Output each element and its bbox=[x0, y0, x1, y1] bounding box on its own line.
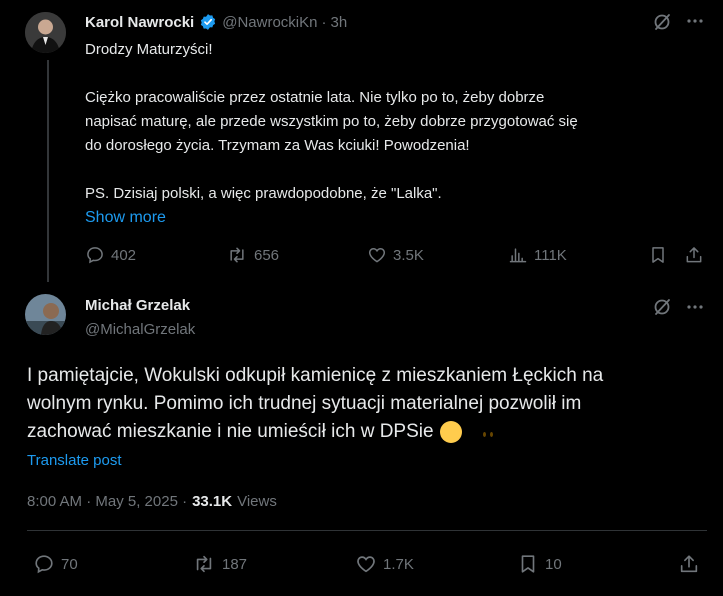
reply-icon bbox=[85, 245, 105, 265]
post-line: Ciężko pracowaliście przez ostatnie lata… bbox=[85, 89, 545, 106]
author-handle[interactable]: @NawrockiKn bbox=[222, 14, 317, 31]
bookmark-count: 10 bbox=[545, 555, 562, 573]
share-icon[interactable] bbox=[678, 553, 700, 575]
reply-button[interactable]: 402 bbox=[85, 245, 136, 265]
heart-icon bbox=[355, 553, 377, 575]
like-button[interactable]: 3.5K bbox=[367, 245, 424, 265]
divider bbox=[27, 530, 707, 531]
views-count: 33.1K bbox=[192, 493, 233, 510]
reply-author-handle[interactable]: @MichalGrzelak bbox=[85, 321, 195, 338]
post-line: zachować mieszkanie i nie umieścił ich w… bbox=[27, 418, 603, 446]
like-count: 3.5K bbox=[393, 246, 424, 264]
views-count: 111K bbox=[534, 246, 567, 264]
thread-line bbox=[47, 60, 49, 282]
reply-icon bbox=[33, 553, 55, 575]
post-line: wolnym rynku. Pomimo ich trudnej sytuacj… bbox=[27, 393, 582, 414]
bookmark-icon[interactable] bbox=[648, 245, 668, 265]
post-time[interactable]: 3h bbox=[330, 14, 347, 31]
grok-icon[interactable] bbox=[652, 12, 672, 32]
author-name[interactable]: Karol Nawrocki bbox=[85, 14, 194, 31]
reply-author-name[interactable]: Michał Grzelak bbox=[85, 297, 190, 314]
post-meta: 8:00 AM · May 5, 2025 · 33.1K Views bbox=[27, 493, 277, 510]
avatar[interactable] bbox=[25, 294, 66, 335]
parent-header: Karol Nawrocki @NawrockiKn · 3h bbox=[85, 13, 347, 31]
post-line-text: zachować mieszkanie i nie umieścił ich w… bbox=[27, 421, 434, 442]
repost-icon bbox=[226, 245, 248, 265]
more-options-icon[interactable] bbox=[686, 14, 704, 28]
post-line: PS. Dzisiaj polski, a więc prawdopodobne… bbox=[85, 185, 442, 202]
like-button[interactable]: 1.7K bbox=[355, 553, 414, 575]
share-icon[interactable] bbox=[684, 245, 704, 265]
post-line: napisać maturę, ale przede wszystkim po … bbox=[85, 113, 578, 130]
post-timestamp[interactable]: 8:00 AM · May 5, 2025 · bbox=[27, 493, 187, 510]
translate-post-link[interactable]: Translate post bbox=[27, 452, 122, 469]
reply-count: 402 bbox=[111, 246, 137, 264]
post-line: I pamiętajcie, Wokulski odkupił kamienic… bbox=[27, 365, 604, 386]
repost-button[interactable]: 187 bbox=[192, 553, 247, 575]
bookmark-icon bbox=[517, 553, 539, 575]
views-icon bbox=[508, 245, 528, 265]
reply-button[interactable]: 70 bbox=[33, 553, 78, 575]
views-button[interactable]: 111K bbox=[508, 245, 567, 265]
post-text: Drodzy Maturzyści! Ciężko pracowaliście … bbox=[85, 38, 578, 230]
reply-count: 70 bbox=[61, 555, 78, 573]
post-line: Drodzy Maturzyści! bbox=[85, 41, 213, 58]
like-count: 1.7K bbox=[383, 555, 414, 573]
verified-badge-icon bbox=[199, 13, 217, 31]
grok-icon[interactable] bbox=[652, 297, 672, 317]
bookmark-button[interactable]: 10 bbox=[517, 553, 562, 575]
show-more-link[interactable]: Show more bbox=[85, 206, 578, 230]
heart-icon bbox=[367, 245, 387, 265]
views-label: Views bbox=[237, 493, 277, 510]
avatar[interactable] bbox=[25, 12, 66, 53]
repost-icon bbox=[192, 553, 216, 575]
repost-count: 656 bbox=[254, 246, 280, 264]
more-options-icon[interactable] bbox=[686, 300, 704, 314]
post-line: do dorosłego życia. Trzymam za Was kciuk… bbox=[85, 137, 470, 154]
reply-text: I pamiętajcie, Wokulski odkupił kamienic… bbox=[27, 362, 603, 446]
repost-count: 187 bbox=[222, 555, 248, 573]
header-separator: · bbox=[321, 13, 327, 31]
repost-button[interactable]: 656 bbox=[226, 245, 279, 265]
no-mouth-face-emoji: 😶 bbox=[439, 421, 462, 443]
